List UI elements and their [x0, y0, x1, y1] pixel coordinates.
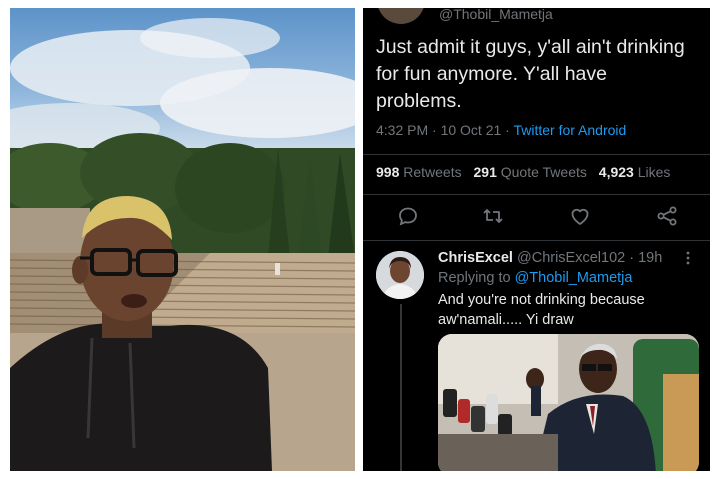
like-icon[interactable] — [568, 204, 592, 228]
tweet-text: Just admit it guys, y'all ain't drinking… — [376, 36, 685, 112]
share-icon[interactable] — [655, 204, 679, 228]
author-avatar[interactable] — [377, 8, 425, 24]
divider — [363, 194, 710, 195]
quote-tweets-stat[interactable]: 291 Quote Tweets — [474, 164, 587, 180]
reply-icon[interactable] — [396, 204, 420, 228]
replying-prefix: Replying to — [438, 270, 515, 286]
reply-author-avatar[interactable] — [376, 251, 424, 299]
retweet-icon[interactable] — [481, 204, 505, 228]
reply-author-handle[interactable]: @ChrisExcel102 — [517, 250, 625, 266]
tweet-timestamp: 4:32 PM · 10 Oct 21 · Twitter for Androi… — [376, 122, 626, 138]
retweets-count: 998 — [376, 164, 400, 180]
replying-to-link[interactable]: @Thobil_Mametja — [515, 270, 633, 286]
press-conference-image — [438, 334, 699, 471]
likes-stat[interactable]: 4,923 Likes — [599, 164, 671, 180]
retweets-label: Retweets — [403, 164, 462, 180]
likes-count: 4,923 — [598, 164, 634, 180]
tweet-action-bar — [363, 204, 710, 228]
quote-tweets-count: 291 — [473, 164, 497, 180]
tweet-stats: 998 Retweets 291 Quote Tweets 4,923 Like… — [376, 164, 670, 180]
tweet-source-link[interactable]: Twitter for Android — [513, 122, 626, 138]
quote-tweets-label: Quote Tweets — [500, 164, 587, 180]
reply-avatar-image — [376, 251, 424, 299]
retweets-stat[interactable]: 998 Retweets — [376, 164, 462, 180]
reply-text: And you're not drinking because aw'namal… — [438, 292, 645, 328]
replying-to: Replying to @Thobil_Mametja — [438, 270, 632, 286]
reply-header: ChrisExcel @ChrisExcel102 · 19h — [438, 250, 662, 266]
reply-author-name[interactable]: ChrisExcel — [438, 250, 513, 266]
divider — [363, 240, 710, 241]
thread-line — [400, 304, 402, 471]
reply-media-photo[interactable] — [438, 334, 699, 471]
divider — [363, 154, 710, 155]
reply-age: · 19h — [625, 250, 663, 266]
man-photo — [10, 8, 355, 471]
man-photo-illustration — [10, 18, 355, 471]
tweet-time: 4:32 PM · 10 Oct 21 · — [376, 122, 514, 138]
author-handle[interactable]: @Thobil_Mametja — [439, 8, 553, 22]
tweet-screenshot: @Thobil_Mametja Just admit it guys, y'al… — [363, 8, 710, 471]
likes-label: Likes — [637, 164, 671, 180]
more-icon[interactable] — [680, 250, 696, 266]
